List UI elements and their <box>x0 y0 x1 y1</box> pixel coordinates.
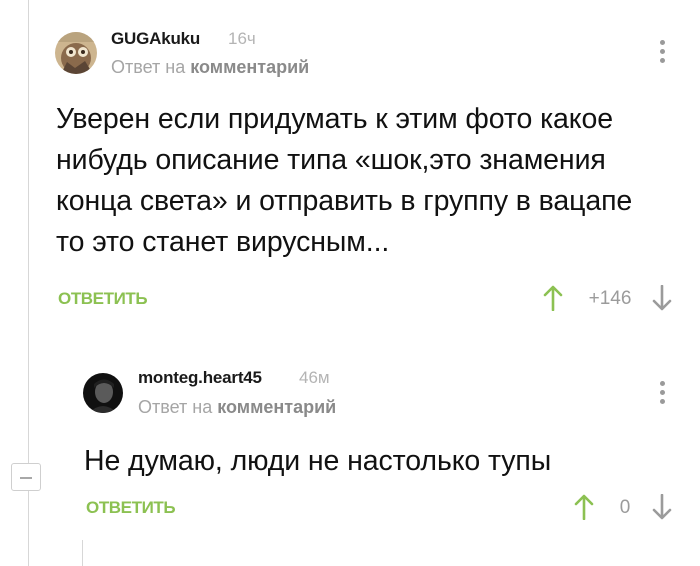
upvote-arrow-up-icon[interactable] <box>574 494 594 525</box>
reply-to-link: Ответ на комментарий <box>111 57 309 78</box>
comment-author[interactable]: GUGAkuku <box>111 29 200 49</box>
comment-text-line: конца света» и отправить в группу в ваца… <box>56 185 633 217</box>
nested-thread-line <box>82 540 83 566</box>
comment-text: Не думаю, люди не настолько тупы <box>84 441 551 482</box>
avatar[interactable] <box>83 373 123 413</box>
comment-text-line: нибудь описание типа «шок,это знамения <box>56 144 606 176</box>
reply-button[interactable]: ОТВЕТИТЬ <box>58 289 148 309</box>
reply-to-prefix: Ответ на <box>138 397 213 417</box>
downvote-arrow-down-icon[interactable] <box>652 284 672 316</box>
more-options-icon[interactable] <box>658 40 666 66</box>
more-options-icon[interactable] <box>658 381 666 407</box>
comment-text: Уверен если придумать к этим фото какое … <box>56 99 632 263</box>
downvote-arrow-down-icon[interactable] <box>652 493 672 525</box>
reply-to-comment-link[interactable]: комментарий <box>217 397 336 417</box>
reply-to-link: Ответ на комментарий <box>138 397 336 418</box>
comment-rating: +146 <box>588 288 632 309</box>
comment-timestamp: 46м <box>299 368 330 387</box>
comment-author[interactable]: monteg.heart45 <box>138 368 262 388</box>
comment-text-line: Уверен если придумать к этим фото какое <box>56 103 613 135</box>
upvote-arrow-up-icon[interactable] <box>543 285 563 316</box>
reply-button[interactable]: ОТВЕТИТЬ <box>86 498 176 518</box>
comment-text-line: то это станет вирусным... <box>56 226 390 258</box>
collapse-thread-button[interactable] <box>11 463 41 491</box>
comment-rating: 0 <box>619 497 631 518</box>
reply-to-comment-link[interactable]: комментарий <box>190 57 309 77</box>
avatar[interactable] <box>55 32 97 74</box>
comment-timestamp: 16ч <box>228 29 256 48</box>
comment-text-line: Не думаю, люди не настолько тупы <box>84 445 552 477</box>
reply-to-prefix: Ответ на <box>111 57 186 77</box>
